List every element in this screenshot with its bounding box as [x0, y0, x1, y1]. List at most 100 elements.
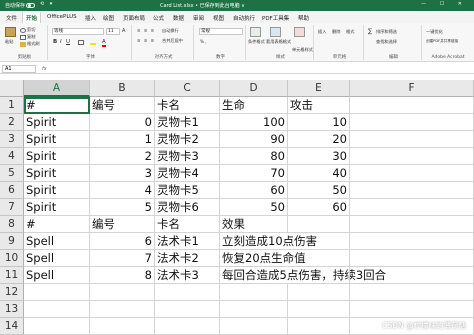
cell-b3[interactable]: 1: [90, 131, 155, 148]
delete-cells-button[interactable]: 删除: [332, 29, 340, 35]
cell-b7[interactable]: 5: [90, 199, 155, 216]
cell-e12[interactable]: [288, 284, 350, 301]
cell-f5[interactable]: [350, 165, 474, 182]
tab-home[interactable]: 开始: [22, 12, 42, 23]
cell-a11[interactable]: Spell: [24, 267, 90, 284]
cell-b2[interactable]: 0: [90, 114, 155, 131]
cell-c13[interactable]: [155, 301, 220, 318]
row-header-2[interactable]: 2: [0, 114, 24, 131]
row-header-14[interactable]: 14: [0, 318, 24, 335]
cell-d12[interactable]: [220, 284, 288, 301]
cell-e4[interactable]: 30: [288, 148, 350, 165]
sort-filter-button[interactable]: 排序和筛选: [376, 29, 397, 35]
cell-b14[interactable]: [90, 318, 155, 335]
font-name-select[interactable]: 等线: [52, 28, 104, 35]
cell-d14[interactable]: [220, 318, 288, 335]
paste-icon[interactable]: [5, 27, 16, 37]
cell-f4[interactable]: [350, 148, 474, 165]
tab-help[interactable]: 帮助: [298, 14, 309, 22]
tab-file[interactable]: 文件: [6, 14, 17, 22]
cell-a8[interactable]: #: [24, 216, 90, 233]
cell-b13[interactable]: [90, 301, 155, 318]
tab-formulas[interactable]: 公式: [153, 14, 164, 22]
grow-font-icon[interactable]: A: [122, 28, 125, 34]
cell-f10[interactable]: [350, 250, 474, 267]
cell-a7[interactable]: Spirit: [24, 199, 90, 216]
horizontal-align-icons[interactable]: ≡ ≡ ≡: [137, 38, 155, 43]
row-header-7[interactable]: 7: [0, 199, 24, 216]
row-header-3[interactable]: 3: [0, 131, 24, 148]
cell-e2[interactable]: 10: [288, 114, 350, 131]
cell-c2[interactable]: 灵物卡1: [155, 114, 220, 131]
cell-d9[interactable]: 立刻造成10点伤害: [220, 233, 317, 250]
vertical-align-icons[interactable]: ≡ ≡ ≡: [137, 28, 155, 33]
cell-e7[interactable]: 60: [288, 199, 350, 216]
cell-a3[interactable]: Spirit: [24, 131, 90, 148]
cell-a5[interactable]: Spirit: [24, 165, 90, 182]
cell-b10[interactable]: 7: [90, 250, 155, 267]
format-cells-button[interactable]: 格式: [346, 29, 354, 35]
row-header-12[interactable]: 12: [0, 284, 24, 301]
cell-d6[interactable]: 60: [220, 182, 288, 199]
italic-icon[interactable]: I: [60, 39, 62, 45]
merge-center-button[interactable]: 合并后居中: [162, 38, 183, 44]
number-format-select[interactable]: 常规: [199, 28, 243, 35]
font-color-icon[interactable]: A: [102, 39, 106, 47]
cell-d2[interactable]: 100: [220, 114, 288, 131]
cell-f1[interactable]: [350, 97, 474, 114]
conditional-format-icon[interactable]: [250, 27, 261, 37]
cell-d10[interactable]: 恢复20点生命值: [220, 250, 306, 267]
fill-color-icon[interactable]: [90, 39, 97, 45]
cell-b11[interactable]: 8: [90, 267, 155, 284]
cell-a14[interactable]: [24, 318, 90, 335]
cell-c3[interactable]: 灵物卡2: [155, 131, 220, 148]
copy-button[interactable]: 复制: [20, 34, 35, 40]
cell-a13[interactable]: [24, 301, 90, 318]
tab-data[interactable]: 数据: [173, 14, 184, 22]
cell-f11[interactable]: [350, 267, 474, 284]
tab-draw[interactable]: 绘图: [103, 14, 114, 22]
underline-icon[interactable]: U: [66, 39, 70, 45]
cell-b5[interactable]: 3: [90, 165, 155, 182]
conditional-format-button[interactable]: 条件格式: [248, 39, 265, 45]
tab-insert[interactable]: 插入: [85, 14, 96, 22]
document-title[interactable]: Card List.xlsx • 已保存到此台电脑 ∨: [160, 2, 245, 9]
insert-cells-button[interactable]: 插入: [318, 29, 326, 35]
cell-d5[interactable]: 70: [220, 165, 288, 182]
name-box[interactable]: A1: [2, 65, 36, 73]
cell-c8[interactable]: 卡名: [155, 216, 220, 233]
cell-a12[interactable]: [24, 284, 90, 301]
cell-b12[interactable]: [90, 284, 155, 301]
column-header-d[interactable]: D: [220, 80, 288, 97]
cell-e3[interactable]: 20: [288, 131, 350, 148]
row-header-8[interactable]: 8: [0, 216, 24, 233]
autosave-toggle[interactable]: [26, 3, 35, 8]
cell-f12[interactable]: [350, 284, 474, 301]
cell-e14[interactable]: [288, 318, 350, 335]
cell-d8[interactable]: 效果: [220, 216, 288, 233]
font-size-select[interactable]: 11: [106, 28, 120, 35]
cell-e10[interactable]: [288, 250, 350, 267]
cell-f2[interactable]: [350, 114, 474, 131]
row-header-13[interactable]: 13: [0, 301, 24, 318]
cell-b6[interactable]: 4: [90, 182, 155, 199]
cell-c10[interactable]: 法术卡2: [155, 250, 220, 267]
quick-access-toolbar[interactable]: ⟲ ▾: [40, 1, 54, 7]
row-header-4[interactable]: 4: [0, 148, 24, 165]
border-icon[interactable]: [78, 39, 85, 45]
paste-button[interactable]: 粘贴: [5, 39, 13, 45]
format-painter-button[interactable]: 格式刷: [20, 41, 40, 47]
tab-automate[interactable]: 自动执行: [233, 14, 255, 22]
wrap-text-button[interactable]: 自动换行: [162, 28, 179, 34]
column-header-f[interactable]: F: [350, 80, 474, 97]
cell-c9[interactable]: 法术卡1: [155, 233, 220, 250]
tab-review[interactable]: 审阅: [193, 14, 204, 22]
tab-view[interactable]: 视图: [213, 14, 224, 22]
percent-icon[interactable]: % ,: [200, 39, 207, 44]
cell-e9[interactable]: [288, 233, 350, 250]
cell-d11[interactable]: 每回合造成5点伤害，持续3回合: [220, 267, 386, 284]
one-click-optimize-button[interactable]: 一键优化: [426, 29, 443, 35]
cell-a9[interactable]: Spell: [24, 233, 90, 250]
cell-d13[interactable]: [220, 301, 288, 318]
window-controls[interactable]: — ☐ ✕: [421, 1, 468, 7]
